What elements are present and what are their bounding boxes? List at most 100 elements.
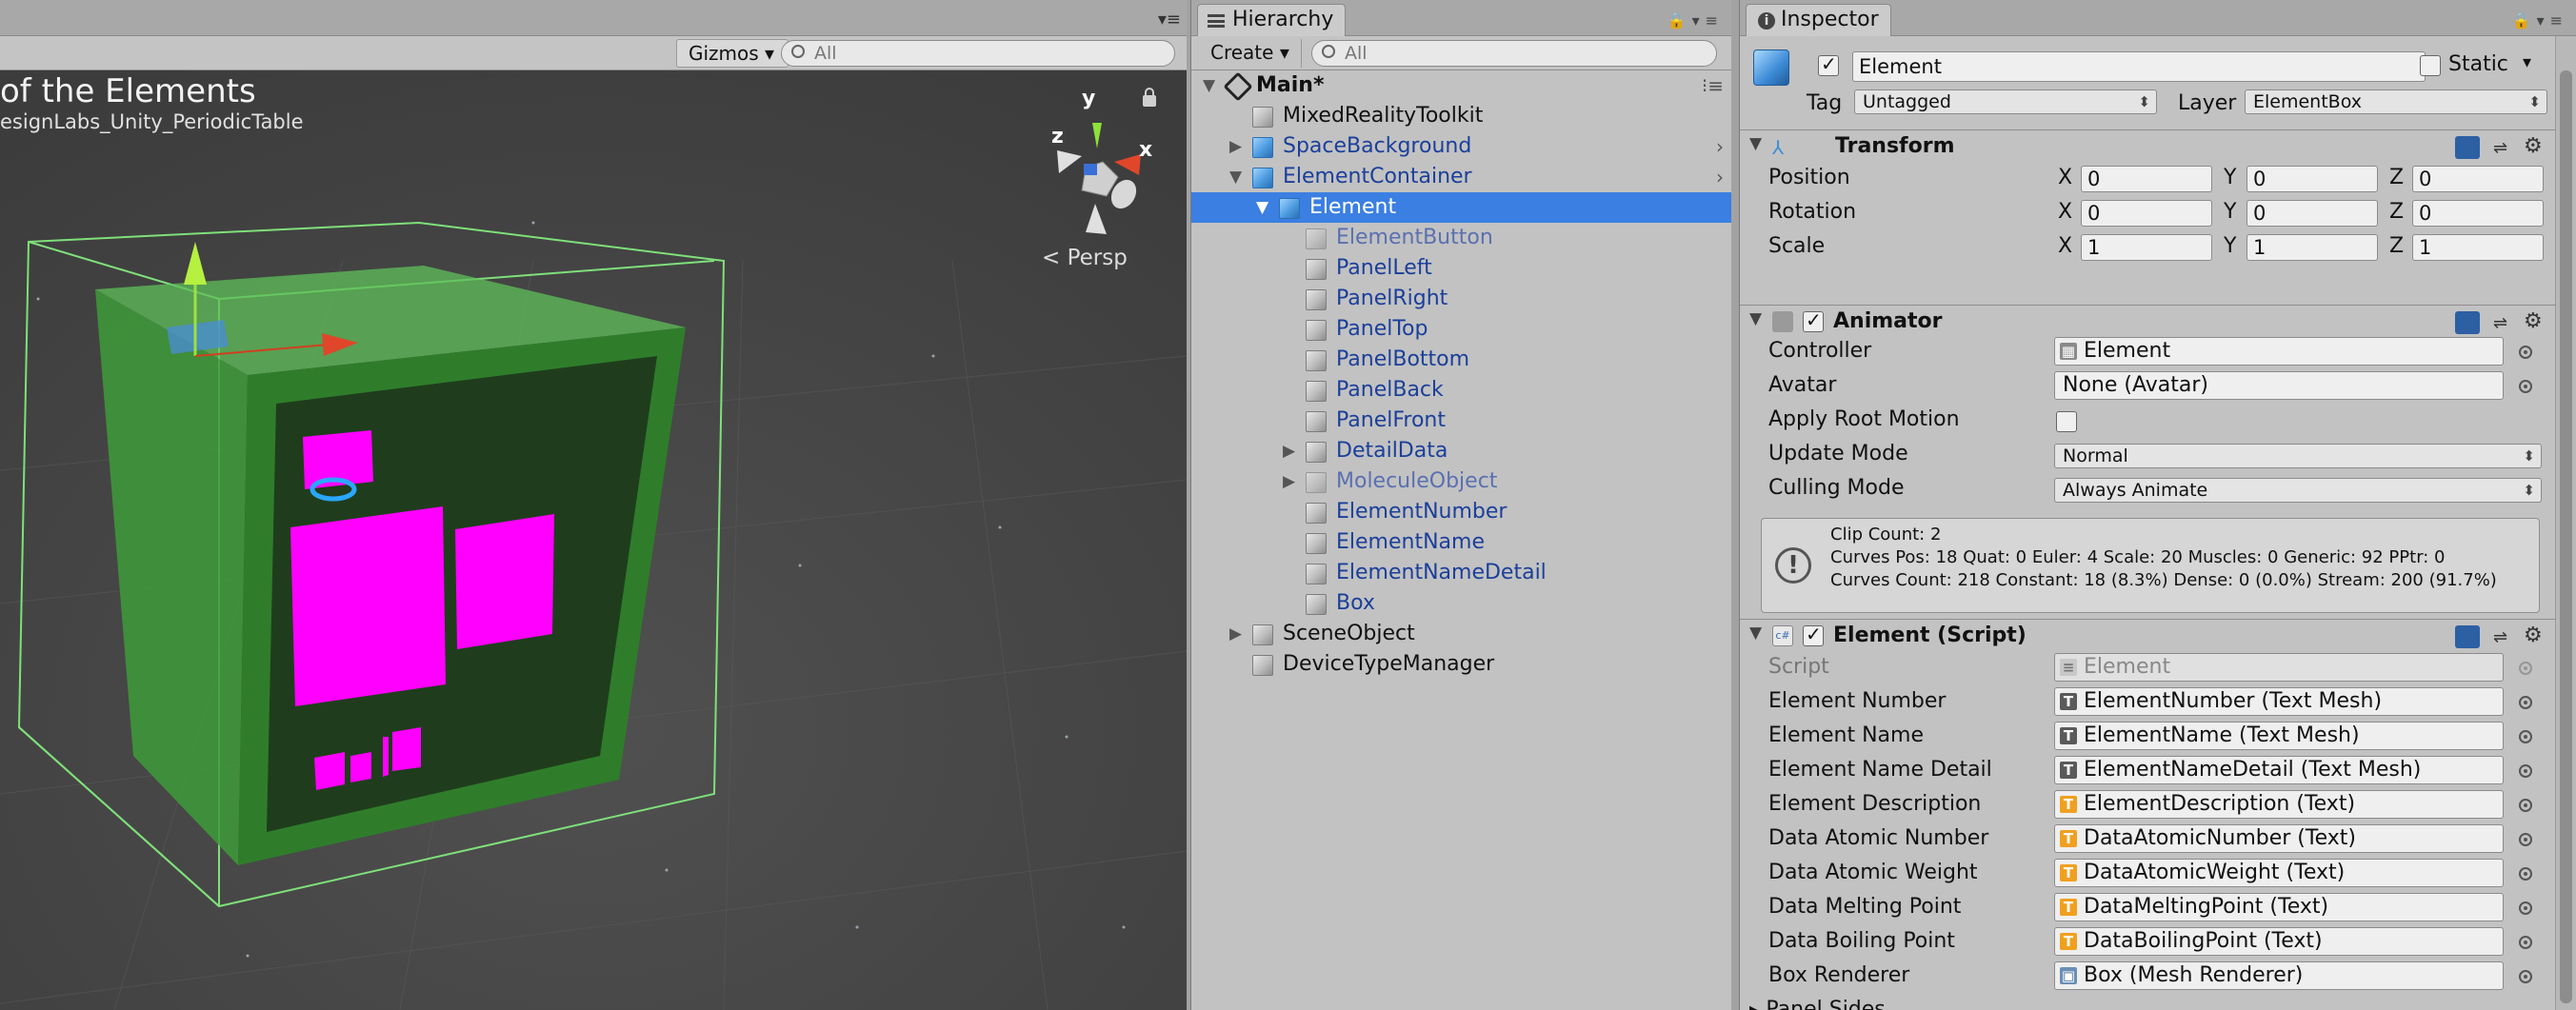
- object-picker-icon[interactable]: [2519, 936, 2532, 949]
- object-picker-icon[interactable]: [2519, 799, 2532, 812]
- lock-menu-icon[interactable]: 🔒▾≡: [2512, 11, 2568, 30]
- animator-header[interactable]: ▼ Animator ⇌ ⚙: [1740, 305, 2556, 339]
- rotation-y-field[interactable]: 0: [2247, 200, 2378, 227]
- axis-x-label[interactable]: X: [2058, 200, 2072, 224]
- object-picker-icon[interactable]: [2519, 346, 2532, 359]
- persp-button[interactable]: < Persp: [1042, 246, 1128, 270]
- controller-field[interactable]: ▦ Element: [2054, 337, 2504, 366]
- object-picker-icon[interactable]: [2519, 764, 2532, 778]
- expand-down-icon[interactable]: ▼: [1256, 192, 1268, 223]
- axis-y-label[interactable]: Y: [2224, 166, 2236, 189]
- axis-z-label[interactable]: Z: [2389, 200, 2404, 224]
- tree-item[interactable]: ▶ MoleculeObject: [1191, 466, 1731, 497]
- expand-right-icon[interactable]: ▶: [1283, 436, 1295, 466]
- panel-sides-foldout[interactable]: ▶ Panel Sides: [1749, 998, 1886, 1010]
- position-z-field[interactable]: 0: [2412, 166, 2544, 192]
- tree-item[interactable]: PanelRight: [1191, 284, 1731, 314]
- gizmos-button[interactable]: Gizmos ▾: [676, 39, 789, 68]
- tree-item[interactable]: DeviceTypeManager: [1191, 649, 1731, 680]
- object-picker-icon[interactable]: [2519, 696, 2532, 709]
- culling-mode-dropdown[interactable]: Always Animate: [2054, 478, 2542, 503]
- static-dropdown-icon[interactable]: ▾: [2523, 52, 2531, 72]
- expand-right-icon[interactable]: ▶: [1749, 1001, 1766, 1010]
- help-icon[interactable]: [2455, 625, 2480, 648]
- script-object-field[interactable]: T ElementNumber (Text Mesh): [2054, 687, 2504, 716]
- object-picker-icon[interactable]: [2519, 730, 2532, 743]
- position-y-field[interactable]: 0: [2247, 166, 2378, 192]
- script-object-field[interactable]: T DataBoilingPoint (Text): [2054, 927, 2504, 956]
- update-mode-dropdown[interactable]: Normal: [2054, 444, 2542, 468]
- tree-item[interactable]: ▼ ElementContainer ›: [1191, 162, 1731, 192]
- scale-y-field[interactable]: 1: [2247, 234, 2378, 261]
- position-x-field[interactable]: 0: [2081, 166, 2212, 192]
- expand-right-icon[interactable]: ▶: [1229, 131, 1242, 162]
- expand-right-icon[interactable]: ▶: [1229, 619, 1242, 649]
- object-picker-icon[interactable]: [2519, 833, 2532, 846]
- preset-icon[interactable]: ⇌: [2493, 313, 2507, 333]
- avatar-field[interactable]: None (Avatar): [2054, 371, 2504, 400]
- gear-icon[interactable]: ⚙: [2524, 624, 2543, 647]
- active-checkbox[interactable]: [1818, 52, 1839, 76]
- tree-item[interactable]: ▼ Element: [1191, 192, 1731, 223]
- tree-item[interactable]: ElementNumber: [1191, 497, 1731, 527]
- rotation-x-field[interactable]: 0: [2081, 200, 2212, 227]
- fold-down-icon[interactable]: ▼: [1749, 624, 1762, 643]
- object-picker-icon[interactable]: [2519, 867, 2532, 881]
- object-name-field[interactable]: Element: [1852, 51, 2426, 82]
- prefab-open-chevron-icon[interactable]: ›: [1716, 131, 1724, 162]
- tree-item[interactable]: PanelBottom: [1191, 345, 1731, 375]
- tag-dropdown[interactable]: Untagged: [1854, 89, 2157, 114]
- scale-x-field[interactable]: 1: [2081, 234, 2212, 261]
- tree-item[interactable]: MixedRealityToolkit: [1191, 101, 1731, 131]
- script-object-field[interactable]: T DataMeltingPoint (Text): [2054, 893, 2504, 921]
- tree-item[interactable]: ▶ SceneObject: [1191, 619, 1731, 649]
- script-object-field[interactable]: T DataAtomicWeight (Text): [2054, 859, 2504, 887]
- expand-down-icon[interactable]: ▼: [1203, 70, 1215, 101]
- help-icon[interactable]: [2455, 311, 2480, 334]
- gear-icon[interactable]: ⚙: [2524, 309, 2543, 333]
- element-script-header[interactable]: ▼ c# Element (Script) ⇌ ⚙: [1740, 619, 2556, 653]
- tree-item[interactable]: ▼ Main* ⁝≡: [1191, 70, 1731, 102]
- object-picker-icon[interactable]: [2519, 380, 2532, 393]
- panel-menu-icon[interactable]: ▾≡: [1158, 10, 1181, 30]
- animator-enabled-checkbox[interactable]: [1803, 308, 1824, 332]
- tree-item[interactable]: PanelLeft: [1191, 253, 1731, 284]
- tree-item[interactable]: PanelBack: [1191, 375, 1731, 406]
- axis-x-label[interactable]: X: [2058, 234, 2072, 258]
- prefab-open-chevron-icon[interactable]: ›: [1716, 162, 1724, 192]
- rotation-z-field[interactable]: 0: [2412, 200, 2544, 227]
- scene-menu-icon[interactable]: ⁝≡: [1702, 70, 1724, 101]
- tree-item[interactable]: ElementName: [1191, 527, 1731, 558]
- create-button[interactable]: Create ▾: [1199, 39, 1302, 68]
- tree-item[interactable]: ▶ DetailData: [1191, 436, 1731, 466]
- axis-z-label[interactable]: Z: [2389, 234, 2404, 258]
- tree-item[interactable]: ElementNameDetail: [1191, 558, 1731, 588]
- object-picker-icon[interactable]: [2519, 901, 2532, 915]
- script-object-field[interactable]: T ElementDescription (Text): [2054, 790, 2504, 819]
- object-picker-icon[interactable]: [2519, 662, 2532, 675]
- inspector-scrollbar[interactable]: [2555, 36, 2576, 1010]
- scene-search-input[interactable]: All: [781, 40, 1175, 67]
- transform-header[interactable]: ▼ ⅄ Transform ⇌ ⚙: [1740, 129, 2556, 164]
- scene-viewport[interactable]: y x z of the Elements esignLabs_Unity_Pe…: [0, 70, 1187, 1010]
- layer-dropdown[interactable]: ElementBox: [2245, 89, 2547, 114]
- hierarchy-search-input[interactable]: All: [1311, 40, 1717, 67]
- tree-item[interactable]: PanelFront: [1191, 406, 1731, 436]
- script-object-field[interactable]: T ElementNameDetail (Text Mesh): [2054, 756, 2504, 784]
- axis-y-label[interactable]: Y: [2224, 234, 2236, 258]
- script-object-field[interactable]: ▣ Box (Mesh Renderer): [2054, 961, 2504, 990]
- scrollbar-thumb[interactable]: [2560, 70, 2572, 1003]
- object-picker-icon[interactable]: [2519, 970, 2532, 983]
- tab-inspector[interactable]: i Inspector: [1746, 4, 1891, 36]
- apply-root-motion-checkbox[interactable]: [2056, 411, 2077, 432]
- scale-z-field[interactable]: 1: [2412, 234, 2544, 261]
- expand-down-icon[interactable]: ▼: [1229, 162, 1242, 192]
- preset-icon[interactable]: ⇌: [2493, 627, 2507, 647]
- scene-view[interactable]: ▾≡ Gizmos ▾ All y x z of the Elements es…: [0, 0, 1187, 1010]
- axis-y-label[interactable]: Y: [2224, 200, 2236, 224]
- axis-z-label[interactable]: Z: [2389, 166, 2404, 189]
- tab-hierarchy[interactable]: Hierarchy: [1197, 4, 1347, 36]
- tree-item[interactable]: Box: [1191, 588, 1731, 619]
- script-enabled-checkbox[interactable]: [1803, 623, 1824, 646]
- tree-item[interactable]: ▶ SpaceBackground ›: [1191, 131, 1731, 162]
